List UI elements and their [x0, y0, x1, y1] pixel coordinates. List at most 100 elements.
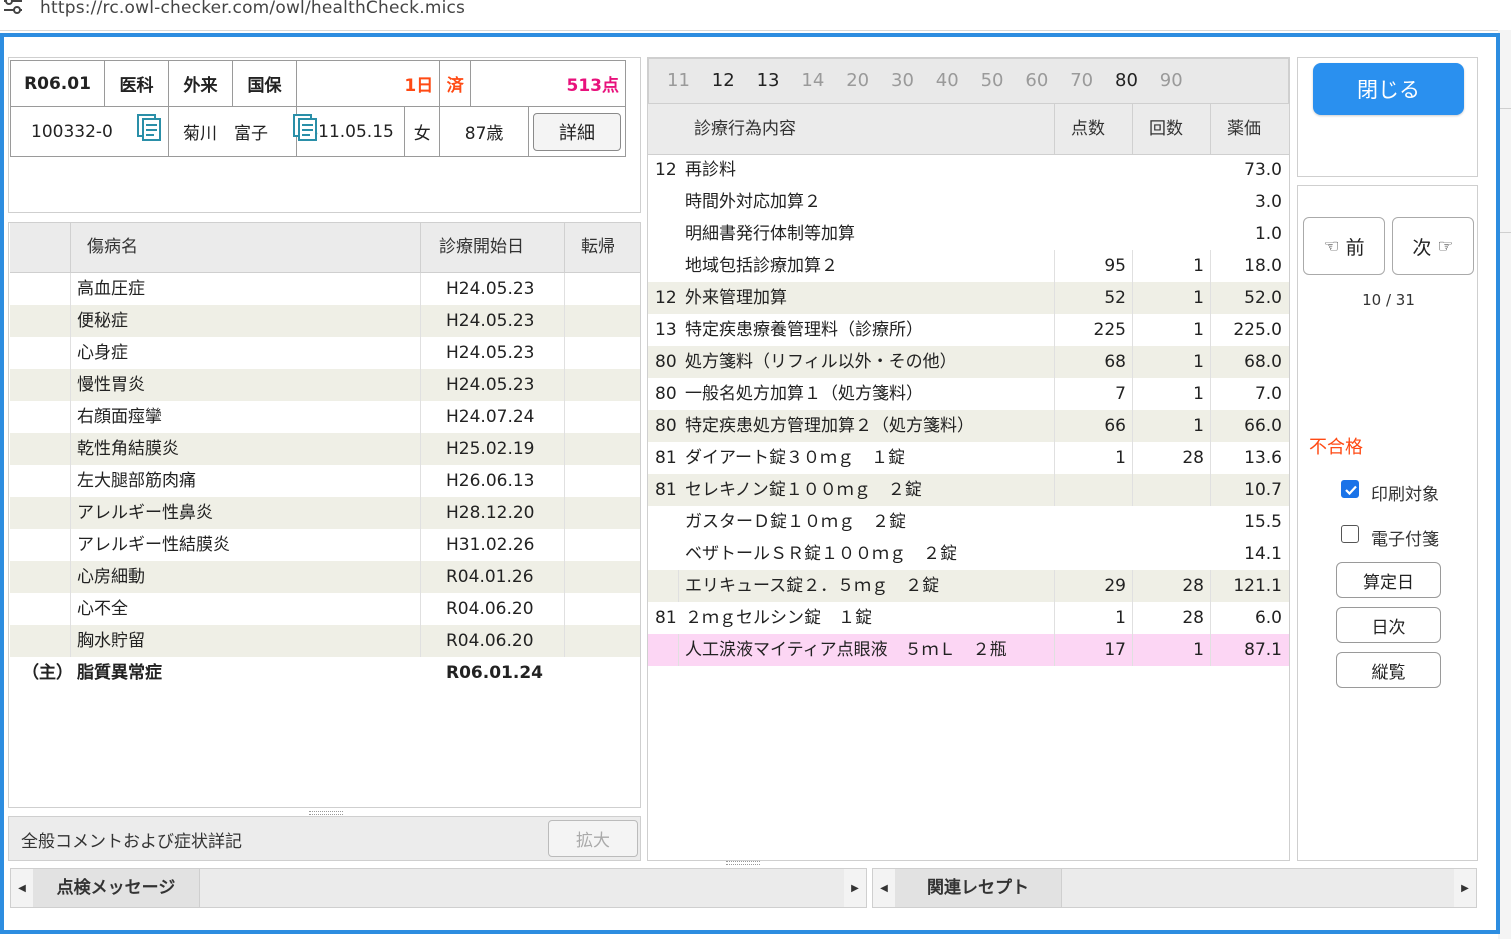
treatment-count: 28 [1182, 608, 1204, 628]
section-tab-40[interactable]: 40 [936, 59, 959, 103]
disease-row[interactable]: 心身症 H24.05.23 [10, 337, 640, 369]
treatment-row[interactable]: ガスターＤ錠１０ｍｇ ２錠 15.5 [648, 506, 1289, 538]
disease-row[interactable]: 便秘症 H24.05.23 [10, 305, 640, 337]
pointing-left-icon: ☜ [1323, 235, 1340, 257]
site-settings-icon[interactable] [2, 0, 24, 16]
treatment-price: 52.0 [1244, 288, 1282, 308]
scroll-right-icon[interactable]: ▶ [1454, 869, 1476, 907]
treatment-row[interactable]: 12 再診料 73.0 [648, 154, 1289, 186]
disease-row[interactable]: 乾性角結膜炎 H25.02.19 [10, 433, 640, 465]
treatment-row[interactable]: 明細書発行体制等加算 1.0 [648, 218, 1289, 250]
treatment-row[interactable]: 80 特定疾患処方管理加算２（処方箋料） 66 1 66.0 [648, 410, 1289, 442]
section-tab-30[interactable]: 30 [891, 59, 914, 103]
resize-grip[interactable] [309, 811, 343, 815]
disease-start-date: R06.01.24 [446, 663, 543, 683]
electronic-tag-checkbox[interactable] [1341, 525, 1359, 543]
treatment-row[interactable]: 地域包括診療加算２ 95 1 18.0 [648, 250, 1289, 282]
treatment-content: 明細書発行体制等加算 [685, 224, 855, 244]
treatment-code: 13 [655, 320, 677, 340]
copy-document-icon[interactable] [291, 113, 319, 141]
next-button[interactable]: 次 ☞ [1392, 217, 1474, 275]
disease-row[interactable]: 慢性胃炎 H24.05.23 [10, 369, 640, 401]
scroll-right-icon[interactable]: ▶ [844, 869, 866, 907]
disease-row[interactable]: 心不全 R04.06.20 [10, 593, 640, 625]
section-tab-14[interactable]: 14 [801, 59, 824, 103]
calc-date-button[interactable]: 算定日 [1336, 562, 1441, 598]
disease-start-date: H26.06.13 [446, 471, 535, 491]
scroll-left-icon[interactable]: ◀ [11, 869, 33, 907]
section-tab-70[interactable]: 70 [1070, 59, 1093, 103]
section-tab-50[interactable]: 50 [981, 59, 1004, 103]
treatment-points [1054, 538, 1126, 570]
daily-button[interactable]: 日次 [1336, 607, 1441, 643]
treatment-points [1054, 474, 1126, 506]
treatment-row[interactable]: 81 セレキノン錠１００ｍｇ ２錠 10.7 [648, 474, 1289, 506]
treatment-count: 28 [1182, 576, 1204, 596]
disease-row[interactable]: 右顔面痙攣 H24.07.24 [10, 401, 640, 433]
pointing-right-icon: ☞ [1437, 235, 1454, 257]
disease-row[interactable]: 高血圧症 H24.05.23 [10, 273, 640, 305]
treatment-content: ダイアート錠３０ｍｇ １錠 [685, 448, 905, 468]
disease-row[interactable]: 胸水貯留 R04.06.20 [10, 625, 640, 657]
print-target-checkbox[interactable] [1341, 480, 1359, 498]
treatment-row[interactable]: 80 処方箋料（リフィル以外・その他） 68 1 68.0 [648, 346, 1289, 378]
scroll-left-icon[interactable]: ◀ [873, 869, 895, 907]
close-button[interactable]: 閉じる [1313, 63, 1464, 115]
disease-row[interactable]: 心房細動 R04.01.26 [10, 561, 640, 593]
treatment-row[interactable]: 12 外来管理加算 52 1 52.0 [648, 282, 1289, 314]
section-tab-20[interactable]: 20 [846, 59, 869, 103]
claim-month: R06.01 [10, 60, 105, 107]
pager-text: 10 / 31 [1362, 291, 1415, 309]
treatment-content: 人工涙液マイティア点眼液 ５ｍＬ ２瓶 [685, 640, 1007, 660]
treatment-price: 3.0 [1254, 192, 1282, 212]
copy-document-icon[interactable] [135, 113, 163, 141]
treatment-points: 68 [1104, 352, 1126, 372]
treatment-content: 特定疾患療養管理料（診療所） [685, 320, 923, 340]
disease-row[interactable]: 左大腿部筋肉痛 H26.06.13 [10, 465, 640, 497]
section-tab-60[interactable]: 60 [1025, 59, 1048, 103]
resize-grip[interactable] [726, 861, 760, 865]
section-tab-11[interactable]: 11 [667, 59, 690, 103]
treatment-row[interactable]: 時間外対応加算２ 3.0 [648, 186, 1289, 218]
treatment-row[interactable]: 人工涙液マイティア点眼液 ５ｍＬ ２瓶 17 1 87.1 [648, 634, 1289, 666]
prev-button[interactable]: ☜ 前 [1303, 217, 1385, 275]
treatment-count: 1 [1193, 640, 1204, 660]
section-tab-12[interactable]: 12 [712, 59, 735, 103]
print-target-label[interactable]: 印刷対象 [1371, 480, 1439, 505]
patient-id: 100332-0 [31, 121, 113, 142]
browser-address-bar[interactable]: https://rc.owl-checker.com/owl/healthChe… [0, 0, 1511, 31]
next-label: 次 [1412, 236, 1432, 259]
disease-row[interactable]: アレルギー性鼻炎 H28.12.20 [10, 497, 640, 529]
disease-start-date: H24.05.23 [446, 343, 535, 363]
treatment-row[interactable]: 81 ２ｍｇセルシン錠 １錠 1 28 6.0 [648, 602, 1289, 634]
electronic-tag-label[interactable]: 電子付箋 [1371, 525, 1439, 550]
disease-start-date: R04.01.26 [446, 567, 534, 587]
treatment-count-header: 回数 [1132, 104, 1210, 154]
check-message-tab[interactable]: 点検メッセージ [33, 869, 200, 907]
treatment-row[interactable]: 81 ダイアート錠３０ｍｇ １錠 1 28 13.6 [648, 442, 1289, 474]
disease-row[interactable]: アレルギー性結膜炎 H31.02.26 [10, 529, 640, 561]
checked-mark: 済 [439, 60, 472, 107]
section-tab-80[interactable]: 80 [1115, 59, 1138, 103]
disease-name: アレルギー性結膜炎 [77, 535, 230, 555]
treatment-row[interactable]: 13 特定疾患療養管理料（診療所） 225 1 225.0 [648, 314, 1289, 346]
treatment-code: 81 [655, 608, 677, 628]
treatment-row[interactable]: エリキュース錠２．５ｍｇ ２錠 29 28 121.1 [648, 570, 1289, 602]
patient-name: 菊川 富子 [183, 124, 268, 144]
treatment-row[interactable]: 80 一般名処方加算１（処方箋料） 7 1 7.0 [648, 378, 1289, 410]
disease-row[interactable]: （主） 脂質異常症 R06.01.24 [10, 657, 640, 689]
url-text[interactable]: https://rc.owl-checker.com/owl/healthChe… [40, 0, 465, 18]
patient-id-cell: 100332-0 [10, 106, 169, 157]
detail-button[interactable]: 詳細 [533, 112, 621, 151]
section-tab-13[interactable]: 13 [757, 59, 780, 103]
treatment-points: 95 [1104, 256, 1126, 276]
treatment-points [1054, 218, 1126, 250]
vertical-view-button[interactable]: 縦覧 [1336, 652, 1441, 688]
treatment-price-header: 薬価 [1210, 104, 1289, 154]
treatment-row[interactable]: ベザトールＳＲ錠１００ｍｇ ２錠 14.1 [648, 538, 1289, 570]
disease-name: 心房細動 [77, 567, 145, 587]
treatment-count: 1 [1193, 288, 1204, 308]
section-tab-90[interactable]: 90 [1160, 59, 1183, 103]
related-receipt-tab[interactable]: 関連レセプト [895, 869, 1062, 907]
expand-button[interactable]: 拡大 [548, 820, 638, 857]
